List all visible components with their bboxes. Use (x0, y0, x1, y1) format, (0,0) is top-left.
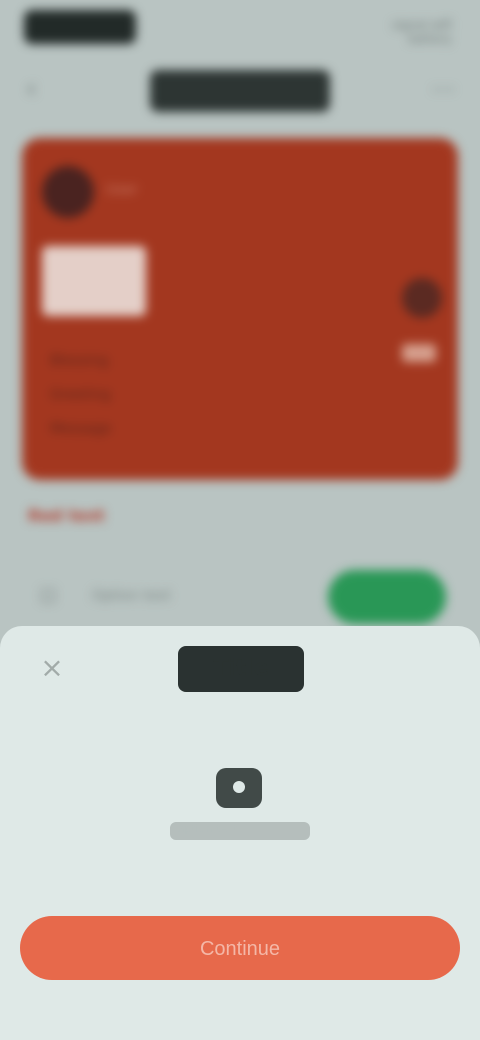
card-info-line: Message (50, 421, 112, 437)
more-icon[interactable]: ⋯ (428, 74, 458, 104)
red-packet-card: User 0.00 Open Blessing Greeting Message (22, 138, 458, 480)
app-screen: 12:00 signal wifi battery ‹ Red Packet ⋯… (0, 0, 480, 1040)
bottom-action-row: ☐ Option text Confirm (0, 566, 480, 626)
close-icon[interactable]: × (34, 650, 70, 686)
background-page: 12:00 signal wifi battery ‹ Red Packet ⋯… (0, 0, 480, 640)
sheet-title: Title (178, 646, 304, 692)
card-amount: 0.00 (42, 246, 146, 316)
back-icon[interactable]: ‹ (26, 74, 56, 104)
open-icon[interactable] (402, 278, 442, 318)
notice-text: Red text (28, 506, 105, 525)
camera-icon (216, 768, 262, 808)
nav-bar: ‹ Red Packet ⋯ (0, 60, 480, 120)
page-title: Red Packet (150, 70, 330, 112)
status-bar: 12:00 signal wifi battery (0, 0, 480, 60)
status-icons: signal wifi battery (391, 18, 452, 46)
open-label: Open (402, 344, 436, 362)
checkbox-icon[interactable]: ☐ (40, 586, 64, 610)
sheet-caption: Caption text (170, 822, 310, 840)
avatar (42, 166, 94, 218)
bottom-sheet: × Title Caption text Continue (0, 626, 480, 1040)
confirm-button[interactable]: Confirm (328, 570, 446, 624)
status-time: 12:00 (24, 10, 136, 44)
card-info-line: Blessing (50, 353, 109, 369)
bottom-row-text: Option text (92, 588, 171, 604)
card-user-name: User (106, 182, 138, 198)
continue-button[interactable]: Continue (20, 916, 460, 980)
card-info-list: Blessing Greeting Message (50, 344, 160, 446)
card-info-line: Greeting (50, 387, 111, 403)
